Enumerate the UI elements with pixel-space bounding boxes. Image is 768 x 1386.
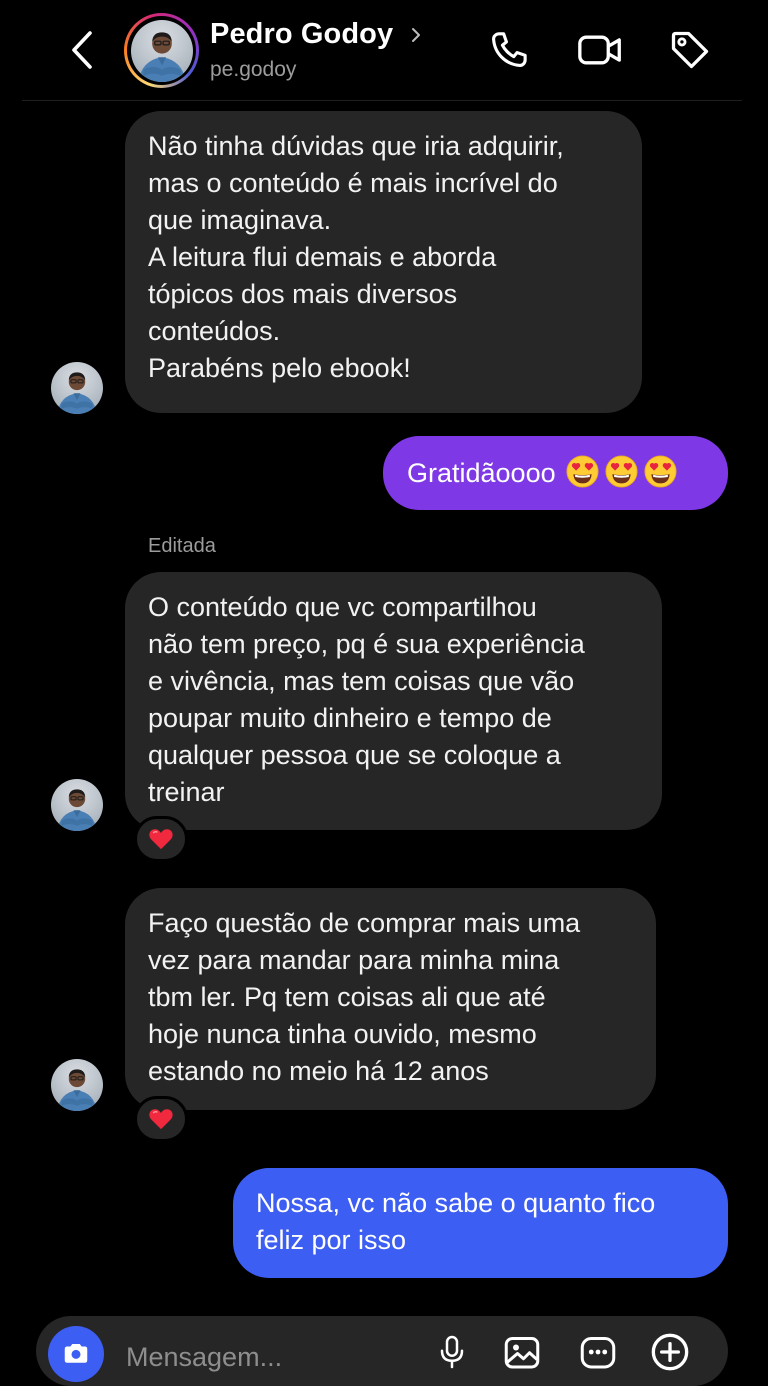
message-text: hoje nunca tinha ouvido, mesmo	[148, 1019, 537, 1049]
sticker-button[interactable]	[576, 1332, 620, 1372]
back-chevron-icon	[72, 31, 92, 69]
received-message-bubble[interactable]: O conteúdo que vc compartilhou não tem p…	[125, 572, 662, 830]
chevron-right-icon[interactable]	[409, 24, 423, 46]
sender-avatar[interactable]	[51, 362, 103, 414]
message-text: O conteúdo que vc compartilhou	[148, 592, 537, 622]
message-input[interactable]	[124, 1336, 398, 1378]
message-text: A leitura flui demais e aborda	[148, 242, 497, 272]
message-text: tbm ler. Pq tem coisas ali que até	[148, 982, 546, 1012]
message-text: Nossa, vc não sabe o quanto fico	[256, 1188, 656, 1218]
more-options-button[interactable]	[648, 1332, 692, 1372]
message-reaction[interactable]	[134, 1096, 188, 1142]
heart-eyes-emoji-icon	[566, 455, 599, 488]
camera-icon	[64, 1344, 88, 1363]
tag-button[interactable]	[666, 26, 714, 74]
message-text: qualquer pessoa que se coloque a	[148, 740, 561, 770]
microphone-icon	[440, 1335, 464, 1369]
tag-icon	[671, 31, 709, 69]
video-camera-icon	[578, 35, 621, 65]
contact-name[interactable]: Pedro Godoy	[210, 18, 393, 51]
edited-label: Editada	[148, 535, 216, 557]
contact-avatar	[130, 19, 193, 82]
video-call-button[interactable]	[576, 26, 624, 74]
phone-icon	[492, 32, 527, 67]
received-message-bubble[interactable]: Não tinha dúvidas que iria adquirir, mas…	[125, 111, 642, 413]
message-text: poupar muito dinheiro e tempo de	[148, 703, 552, 733]
message-text: treinar	[148, 777, 225, 807]
plus-icon	[651, 1333, 689, 1371]
contact-handle: pe.godoy	[210, 58, 297, 81]
sender-avatar[interactable]	[51, 1059, 103, 1111]
message-text: tópicos dos mais diversos	[148, 279, 458, 309]
message-text: Não tinha dúvidas que iria adquirir,	[148, 131, 564, 161]
message-text: Faço questão de comprar mais uma	[148, 908, 581, 938]
message-text: conteúdos.	[148, 316, 281, 346]
message-text: não tem preço, pq é sua experiência	[148, 629, 585, 659]
received-message-bubble[interactable]: Faço questão de comprar mais uma vez par…	[125, 888, 656, 1110]
message-text: mas o conteúdo é mais incrível do	[148, 168, 558, 198]
heart-eyes-emoji-icon	[644, 455, 677, 488]
message-text: vez para mandar para minha mina	[148, 945, 560, 975]
sender-avatar[interactable]	[51, 779, 103, 831]
message-text: feliz por isso	[256, 1225, 407, 1255]
audio-call-button[interactable]	[485, 26, 533, 74]
sticker-icon	[580, 1337, 616, 1369]
sent-message-bubble[interactable]: Nossa, vc não sabe o quanto fico feliz p…	[233, 1168, 728, 1278]
camera-button[interactable]	[48, 1326, 104, 1382]
voice-message-button[interactable]	[430, 1332, 474, 1372]
message-text: Parabéns pelo ebook!	[148, 353, 411, 383]
gallery-button[interactable]	[500, 1332, 544, 1372]
message-reaction[interactable]	[134, 816, 188, 862]
message-text: estando no meio há 12 anos	[148, 1056, 489, 1086]
message-text: Gratidãoooo	[407, 457, 556, 488]
message-text: que imaginava.	[148, 205, 332, 235]
gallery-icon	[504, 1337, 540, 1369]
heart-eyes-emoji-icon	[605, 455, 638, 488]
header-divider	[22, 100, 742, 101]
contact-avatar-story-ring[interactable]	[124, 13, 199, 88]
back-button[interactable]	[60, 28, 104, 72]
sent-message-bubble[interactable]: Gratidãoooo	[383, 436, 728, 510]
heart-reaction-icon	[148, 1107, 174, 1131]
heart-reaction-icon	[148, 827, 174, 851]
message-text: e vivência, mas tem coisas que vão	[148, 666, 575, 696]
